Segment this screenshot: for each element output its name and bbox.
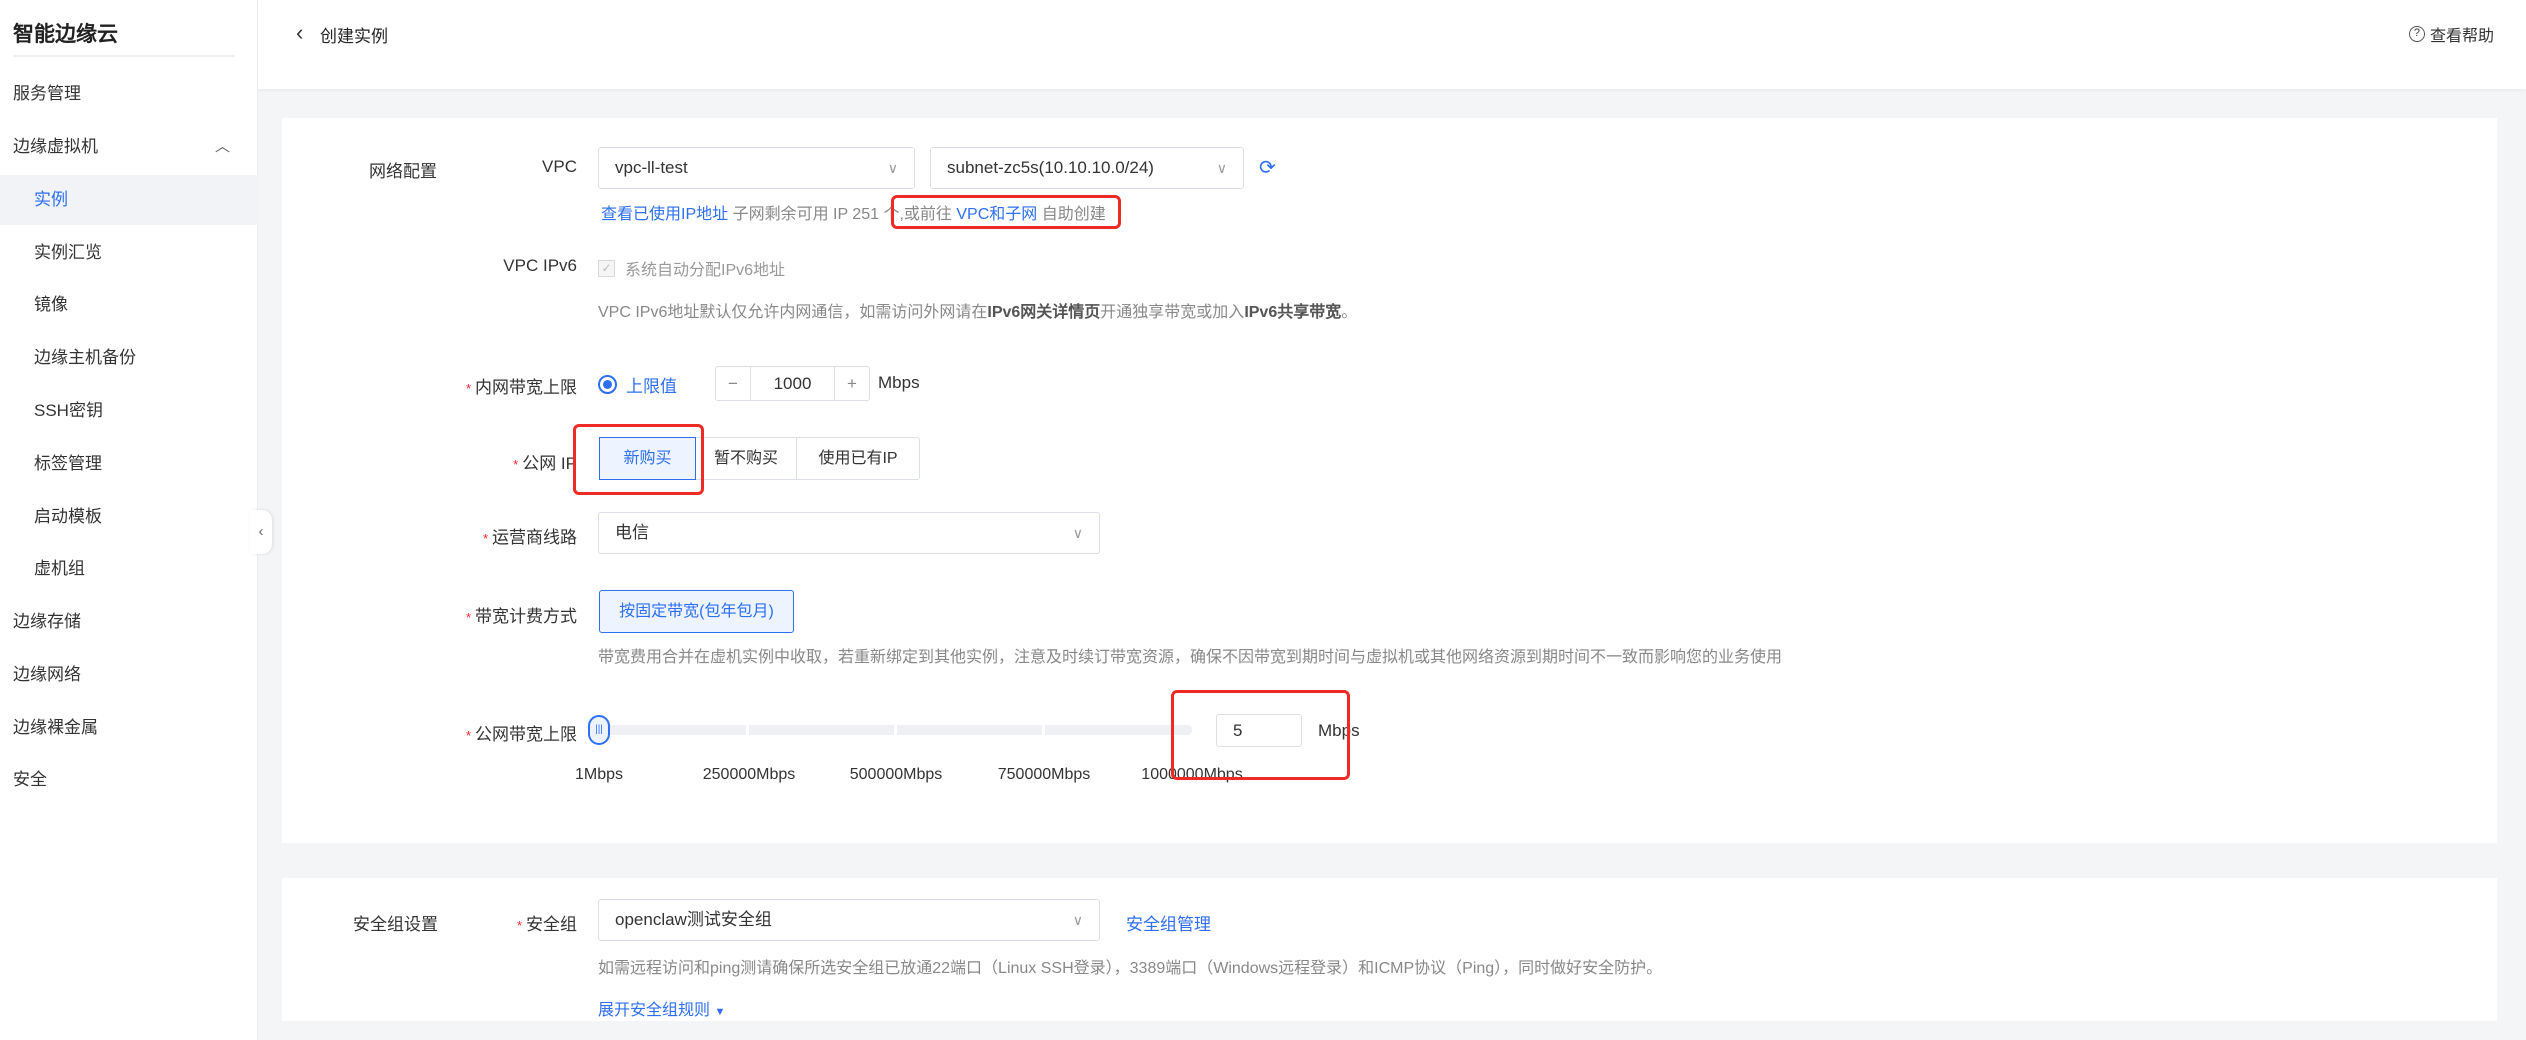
- sidebar-item-storage[interactable]: 边缘存储: [0, 597, 258, 647]
- sidebar-item-backup[interactable]: 边缘主机备份: [0, 333, 258, 383]
- bw-tick-label: 750000Mbps: [997, 766, 1091, 783]
- vpc-select[interactable]: vpc-ll-test ∨: [598, 147, 915, 189]
- sidebar-item-network[interactable]: 边缘网络: [0, 650, 258, 700]
- intranet-unit: Mbps: [878, 373, 920, 392]
- security-group-label: * 安全组: [516, 915, 577, 934]
- security-group-value: openclaw测试安全组: [615, 910, 772, 929]
- help-label: 查看帮助: [2429, 28, 2494, 45]
- sidebar-item-edge-vm[interactable]: 边缘虚拟机 ︿: [0, 122, 258, 172]
- page-header: ‹ 创建实例 ? 查看帮助: [258, 0, 2526, 89]
- sidebar-item-ssh-key[interactable]: SSH密钥: [0, 386, 258, 436]
- page-title: 创建实例: [320, 27, 388, 46]
- sidebar-item-image[interactable]: 镜像: [0, 280, 258, 330]
- sidebar-item-instance-overview[interactable]: 实例汇览: [0, 228, 258, 278]
- public-ip-option-new[interactable]: 新购买: [599, 437, 696, 480]
- caret-down-icon: ▼: [714, 1006, 726, 1018]
- ipv6-checkbox-label: 系统自动分配IPv6地址: [625, 262, 786, 279]
- help-link[interactable]: ? 查看帮助: [2408, 22, 2494, 46]
- view-used-ip-link[interactable]: 查看已使用IP地址: [601, 206, 728, 223]
- sidebar-item-label: 边缘虚拟机: [13, 137, 98, 156]
- sidebar-item-tags[interactable]: 标签管理: [0, 439, 258, 489]
- sidebar-item-bare-metal[interactable]: 边缘裸金属: [0, 703, 258, 753]
- bw-slider-track[interactable]: [598, 725, 1192, 735]
- billing-note: 带宽费用合并在虚机实例中收取，若重新绑定到其他实例，注意及时续订带宽资源，确保不…: [598, 649, 1783, 666]
- ipv6-description: VPC IPv6地址默认仅允许内网通信，如需访问外网请在IPv6网关详情页开通独…: [598, 304, 1358, 321]
- intranet-radio[interactable]: 上限值: [598, 372, 677, 397]
- sidebar-item-security[interactable]: 安全: [0, 755, 258, 805]
- chevron-down-icon: ∨: [887, 160, 898, 176]
- vpc-ipv6-label: VPC IPv6: [503, 256, 577, 275]
- question-circle-icon: ?: [2408, 26, 2425, 42]
- bw-tick-label: 500000Mbps: [849, 766, 943, 783]
- checkbox-checked-icon: ✓: [598, 259, 615, 277]
- section-title-network: 网络配置: [369, 162, 437, 181]
- minus-icon[interactable]: −: [716, 367, 751, 400]
- public-bw-label: * 公网带宽上限: [465, 725, 577, 744]
- chevron-left-icon: ‹: [258, 523, 264, 540]
- isp-value: 电信: [615, 523, 649, 542]
- collapse-sidebar-button[interactable]: ‹: [250, 510, 272, 554]
- bw-slider-handle[interactable]: |||: [588, 715, 610, 745]
- security-note: 如需远程访问和ping测请确保所选安全组已放通22端口（Linux SSH登录）…: [598, 960, 1663, 977]
- back-icon[interactable]: ‹: [296, 20, 303, 46]
- ipv6-checkbox[interactable]: ✓ 系统自动分配IPv6地址: [598, 256, 785, 280]
- bw-tick-label: 250000Mbps: [702, 766, 796, 783]
- sidebar-item-launch-template[interactable]: 启动模板: [0, 492, 258, 542]
- public-ip-segment: 新购买 暂不购买 使用已有IP: [599, 437, 920, 480]
- isp-select[interactable]: 电信 ∨: [598, 512, 1100, 554]
- stepper-value[interactable]: 1000: [751, 367, 834, 400]
- chevron-down-icon: ∨: [1216, 160, 1227, 176]
- chevron-up-icon: ︿: [214, 138, 230, 155]
- subnet-value: subnet-zc5s(10.10.10.0/24): [947, 158, 1154, 177]
- brand-title: 智能边缘云: [13, 23, 118, 46]
- divider: [13, 55, 235, 57]
- section-title-security: 安全组设置: [353, 915, 438, 934]
- highlight-box: [1171, 690, 1350, 780]
- isp-label: * 运营商线路: [482, 528, 577, 547]
- vpc-value: vpc-ll-test: [615, 158, 688, 177]
- bw-tick-label: 1Mbps: [574, 766, 624, 783]
- chevron-down-icon: ∨: [1072, 525, 1083, 541]
- intranet-bw-stepper[interactable]: − 1000 +: [715, 366, 870, 401]
- radio-selected-icon: [598, 375, 617, 394]
- intranet-bw-label: * 内网带宽上限: [465, 378, 577, 397]
- public-ip-option-none[interactable]: 暂不购买: [695, 437, 797, 480]
- remaining-ip-text: 子网剩余可用 IP 251 个: [732, 206, 900, 223]
- expand-rules-label: 展开安全组规则: [598, 1002, 711, 1019]
- security-group-select[interactable]: openclaw测试安全组 ∨: [598, 899, 1100, 941]
- chevron-down-icon: ∨: [1072, 912, 1083, 928]
- highlight-box: [891, 195, 1121, 229]
- public-ip-option-existing[interactable]: 使用已有IP: [796, 437, 920, 480]
- vpc-label: VPC: [542, 157, 577, 176]
- radio-label: 上限值: [626, 377, 677, 396]
- subnet-select[interactable]: subnet-zc5s(10.10.10.0/24) ∨: [930, 147, 1244, 189]
- billing-option-fixed[interactable]: 按固定带宽(包年包月): [599, 590, 794, 633]
- refresh-icon[interactable]: ⟳: [1259, 155, 1276, 180]
- plus-icon[interactable]: +: [834, 367, 869, 400]
- security-group-manage-link[interactable]: 安全组管理: [1126, 910, 1211, 935]
- billing-label: * 带宽计费方式: [465, 607, 577, 626]
- sidebar: 智能边缘云 服务管理 边缘虚拟机 ︿ 实例 实例汇览 镜像 边缘主机备份 SSH密…: [0, 0, 258, 1040]
- expand-rules-link[interactable]: 展开安全组规则 ▼: [598, 996, 725, 1020]
- public-ip-label: * 公网 IP: [513, 454, 577, 473]
- sidebar-item-instance[interactable]: 实例: [0, 175, 258, 225]
- sidebar-item-service[interactable]: 服务管理: [0, 69, 258, 119]
- sidebar-item-vm-group[interactable]: 虚机组: [0, 544, 258, 594]
